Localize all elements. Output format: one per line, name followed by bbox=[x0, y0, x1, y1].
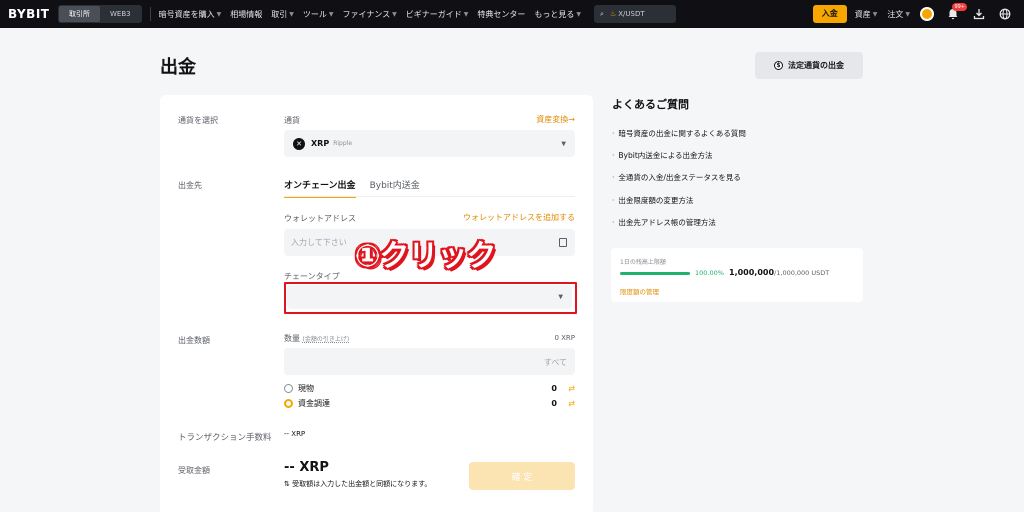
download-icon[interactable] bbox=[972, 7, 986, 21]
chain-type-highlight bbox=[284, 282, 577, 314]
menu-trade[interactable]: 取引 ▼ bbox=[271, 9, 294, 20]
quantity-hint[interactable]: (金額の引き上げ) bbox=[303, 336, 350, 343]
coin-symbol: XRP bbox=[311, 139, 330, 148]
funding-account-option[interactable]: 資金調達 0 ⇄ bbox=[284, 397, 575, 409]
funding-label: 資金調達 bbox=[298, 398, 330, 408]
funding-balance: 0 bbox=[551, 398, 557, 408]
radio-spot[interactable] bbox=[284, 383, 293, 393]
menu-more[interactable]: もっと見る ▼ bbox=[534, 9, 581, 20]
coin-field-label: 通貨 bbox=[284, 116, 300, 125]
faq-item[interactable]: 出金限度額の変更方法 bbox=[612, 195, 693, 206]
spot-account-option[interactable]: 現物 0 ⇄ bbox=[284, 382, 575, 394]
select-coin-label: 通貨を選択 bbox=[178, 116, 218, 125]
chevron-down-icon: ▼ bbox=[905, 10, 910, 18]
faq-item[interactable]: 暗号資産の出金に関するよくある質問 bbox=[612, 128, 746, 139]
transfer-icon[interactable]: ⇄ bbox=[568, 399, 575, 408]
bell-icon[interactable]: 99+ bbox=[946, 3, 967, 21]
receive-amount-label: 受取金額 bbox=[178, 466, 210, 475]
nav-divider bbox=[149, 7, 151, 21]
chevron-down-icon: ▼ bbox=[392, 10, 397, 18]
receive-amount-value: -- XRP bbox=[284, 460, 329, 475]
receive-note: ⇅ 受取額は入力した出金額と同額になります。 bbox=[284, 480, 432, 488]
main-menu: 暗号資産を購入 ▼ 相場情報 取引 ▼ ツール ▼ ファイナンス ▼ ビギナーガイド ▼ … bbox=[159, 9, 590, 20]
radio-funding[interactable] bbox=[284, 398, 293, 408]
tab-divider bbox=[284, 196, 575, 197]
fee-value: -- XRP bbox=[284, 430, 306, 438]
menu-finance[interactable]: ファイナンス ▼ bbox=[342, 9, 396, 20]
quantity-balance: 0 XRP bbox=[554, 334, 575, 342]
amount-section-label: 出金数額 bbox=[178, 336, 210, 345]
wallet-address-label: ウォレットアドレス bbox=[284, 214, 356, 223]
wallet-address-placeholder: 入力して下さい bbox=[291, 238, 347, 247]
notification-badge: 99+ bbox=[952, 3, 967, 11]
fee-label: トランザクション手数料 bbox=[178, 433, 272, 443]
bybit-logo[interactable]: BYBIT bbox=[8, 7, 52, 21]
search-input[interactable]: ⌕ ♨ X/USDT bbox=[594, 5, 677, 23]
transfer-icon[interactable]: ⇄ bbox=[568, 384, 575, 393]
xrp-icon: ✕ bbox=[293, 137, 305, 150]
withdraw-type-tabs: オンチェーン出金 Bybit内送金 bbox=[284, 178, 434, 198]
globe-icon[interactable] bbox=[998, 7, 1012, 21]
coin-icon: $ bbox=[774, 61, 783, 70]
limit-percent: 100.00% bbox=[695, 269, 724, 277]
fiat-withdraw-button[interactable]: $ 法定通貨の出金 bbox=[755, 52, 863, 79]
tab-exchange[interactable]: 取引所 bbox=[59, 6, 100, 22]
chevron-down-icon: ▼ bbox=[872, 10, 878, 18]
tab-onchain-withdraw[interactable]: オンチェーン出金 bbox=[284, 178, 356, 198]
amount-input[interactable]: すべて bbox=[284, 348, 575, 375]
menu-tools[interactable]: ツール ▼ bbox=[303, 9, 334, 20]
chevron-down-icon: ▼ bbox=[289, 10, 294, 18]
click-annotation: ①クリック bbox=[355, 239, 496, 274]
search-text: X/USDT bbox=[618, 10, 645, 18]
menu-beginner-guide[interactable]: ビギナーガイド ▼ bbox=[406, 9, 469, 20]
menu-markets[interactable]: 相場情報 bbox=[230, 9, 262, 20]
limit-amount: 1,000,000/1,000,000 USDT bbox=[729, 268, 830, 277]
deposit-button[interactable]: 入金 bbox=[812, 5, 847, 23]
manage-limit-link[interactable]: 限度額の管理 bbox=[620, 286, 659, 296]
limit-progress-bar bbox=[620, 272, 690, 275]
daily-limit-card: 1日の残高上限額 100.00% 1,000,000/1,000,000 USD… bbox=[611, 248, 863, 302]
coin-name: Ripple bbox=[333, 140, 353, 147]
all-button[interactable]: すべて bbox=[544, 357, 567, 368]
faq-item[interactable]: 出金先アドレス帳の管理方法 bbox=[612, 217, 716, 228]
fiat-withdraw-label: 法定通貨の出金 bbox=[788, 61, 844, 70]
chevron-down-icon: ▼ bbox=[576, 10, 582, 18]
faq-title: よくあるご質問 bbox=[612, 98, 689, 111]
faq-item[interactable]: 全通貨の入金/出金ステータスを見る bbox=[612, 172, 741, 183]
chevron-down-icon: ▼ bbox=[328, 10, 334, 18]
destination-label: 出金先 bbox=[178, 181, 202, 190]
add-wallet-address-link[interactable]: ウォレットアドレスを追加する bbox=[463, 212, 575, 223]
fire-icon: ♨ bbox=[609, 10, 617, 18]
confirm-button[interactable]: 確 定 bbox=[469, 462, 575, 490]
chevron-down-icon: ▼ bbox=[463, 10, 469, 18]
menu-orders[interactable]: 注文 ▼ bbox=[887, 9, 910, 20]
daily-limit-title: 1日の残高上限額 bbox=[620, 259, 666, 266]
convert-assets-link[interactable]: 資産変換→ bbox=[536, 114, 575, 125]
tab-internal-transfer[interactable]: Bybit内送金 bbox=[370, 178, 420, 198]
spot-label: 現物 bbox=[298, 383, 314, 393]
avatar[interactable] bbox=[920, 7, 934, 21]
spot-balance: 0 bbox=[551, 383, 557, 393]
chain-type-label: チェーンタイプ bbox=[284, 272, 340, 281]
chevron-down-icon: ▼ bbox=[216, 10, 222, 18]
address-book-icon[interactable] bbox=[559, 238, 567, 247]
caret-down-icon: ▼ bbox=[561, 140, 566, 147]
nav-right: 入金 資産 ▼ 注文 ▼ 99+ bbox=[812, 0, 1024, 28]
menu-assets[interactable]: 資産 ▼ bbox=[855, 9, 878, 20]
quantity-label: 数量 (金額の引き上げ) bbox=[284, 334, 350, 343]
coin-select[interactable]: ✕ XRP Ripple ▼ bbox=[284, 130, 575, 157]
page-title: 出金 bbox=[160, 57, 196, 78]
search-icon: ⌕ bbox=[600, 9, 604, 18]
top-nav: BYBIT 取引所 WEB3 暗号資産を購入 ▼ 相場情報 取引 ▼ ツール ▼ ファ… bbox=[0, 0, 1024, 28]
tab-web3[interactable]: WEB3 bbox=[100, 6, 141, 22]
faq-item[interactable]: Bybit内送金による出金方法 bbox=[612, 150, 712, 161]
menu-rewards-center[interactable]: 特典センター bbox=[477, 9, 525, 20]
mode-switch: 取引所 WEB3 bbox=[58, 5, 142, 23]
menu-buy-crypto[interactable]: 暗号資産を購入 ▼ bbox=[159, 9, 222, 20]
